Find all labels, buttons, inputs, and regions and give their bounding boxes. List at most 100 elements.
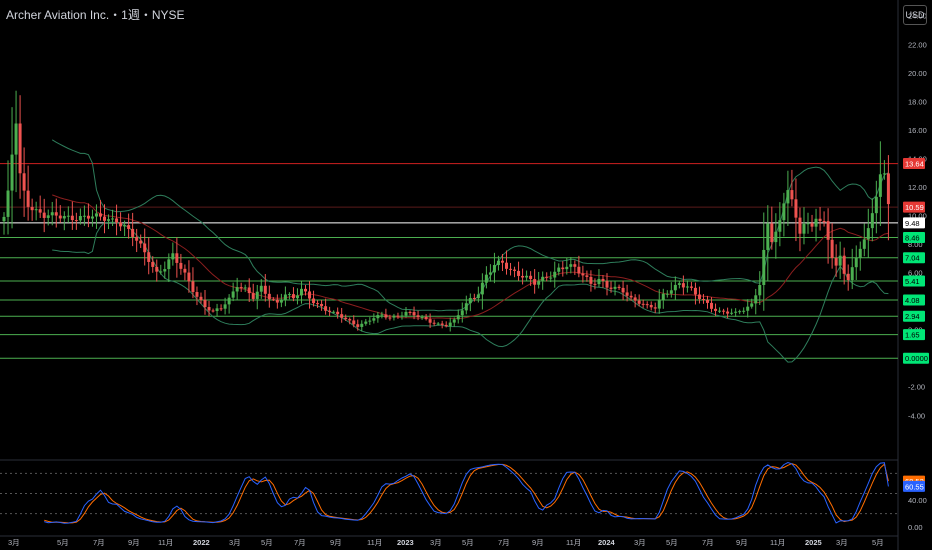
candle-body (215, 308, 219, 312)
candle-body (754, 295, 758, 304)
candle-body (175, 253, 179, 263)
candle-body (722, 310, 726, 312)
price-badge-label: 5.41 (905, 277, 920, 286)
time-axis-label: 3月 (229, 538, 241, 547)
candle-body (766, 223, 770, 250)
candle-body (82, 215, 86, 217)
candle-body (697, 294, 701, 300)
candle-body (589, 276, 593, 284)
time-axis-label: 5月 (872, 538, 884, 547)
candle-body (730, 312, 734, 314)
chart-canvas[interactable]: 24.0022.0020.0018.0016.0014.0012.0010.00… (0, 0, 932, 550)
candle-body (625, 292, 629, 296)
candle-body (870, 213, 874, 229)
currency-button[interactable]: USD (903, 5, 927, 25)
candle-body (521, 275, 525, 278)
price-badge-label: 0.0000 (905, 354, 928, 363)
candle-body (263, 285, 267, 294)
candle-body (279, 300, 283, 303)
time-axis-label: 3月 (634, 538, 646, 547)
price-badge-label: 8.46 (905, 233, 920, 242)
candle-body (324, 306, 328, 311)
candle-body (505, 262, 508, 269)
candle-body (183, 268, 187, 273)
candle-body (312, 298, 316, 304)
candle-body (710, 302, 714, 309)
candle-body (127, 225, 131, 229)
candle-body (706, 299, 709, 303)
candle-body (203, 299, 207, 308)
candle-body (360, 323, 364, 327)
candle-body (778, 220, 782, 232)
candle-body (223, 304, 227, 309)
candle-body (420, 316, 424, 318)
candle-body (734, 311, 738, 313)
candle-body (287, 294, 291, 296)
candle-body (738, 311, 742, 313)
candle-body (251, 293, 255, 299)
candle-body (750, 303, 754, 307)
candle-body (384, 314, 388, 318)
candle-body (267, 293, 271, 300)
candle-body (131, 228, 135, 237)
candle-body (605, 280, 609, 288)
candle-body (372, 318, 376, 321)
candle-body (255, 291, 259, 299)
time-axis-label: 2022 (193, 538, 210, 547)
candle-body (231, 291, 235, 298)
candle-body (517, 270, 521, 276)
candle-body (677, 283, 681, 285)
candle-body (468, 297, 472, 304)
price-axis-label: 20.00 (908, 69, 927, 78)
time-axis-label: 3月 (430, 538, 442, 547)
candle-body (18, 123, 22, 174)
candle-body (416, 315, 420, 318)
candle-body (147, 252, 151, 262)
candle-body (243, 287, 247, 289)
candle-body (308, 291, 312, 299)
candle-body (163, 269, 167, 272)
candle-body (633, 297, 637, 301)
candle-body (806, 223, 810, 225)
candle-body (525, 275, 529, 278)
candle-body (597, 278, 601, 285)
candle-body (207, 307, 211, 311)
candle-body (62, 216, 66, 219)
candle-body (476, 294, 480, 299)
candle-body (320, 303, 324, 307)
candle-body (26, 190, 30, 207)
candle-body (496, 260, 500, 266)
candle-body (790, 190, 794, 200)
price-badge-label: 10.59 (905, 203, 924, 212)
time-axis-label: 7月 (498, 538, 510, 547)
candle-body (609, 287, 613, 289)
time-axis-label: 9月 (736, 538, 748, 547)
candle-body (669, 290, 673, 294)
candle-body (6, 190, 10, 217)
candle-body (58, 215, 62, 219)
price-axis-label: 18.00 (908, 97, 927, 106)
candle-body (123, 225, 127, 227)
candle-body (854, 257, 858, 268)
candle-body (782, 203, 786, 221)
candle-body (673, 284, 677, 291)
candle-body (111, 218, 115, 220)
candle-body (693, 287, 697, 295)
candle-body (484, 274, 488, 283)
candle-body (500, 260, 504, 263)
candle-body (400, 315, 404, 317)
candle-body (645, 304, 649, 306)
time-axis-label: 3月 (836, 538, 848, 547)
oscillator-axis-label: 0.00 (908, 523, 923, 532)
candles (2, 90, 890, 332)
candle-body (746, 306, 750, 311)
candle-body (621, 287, 625, 293)
candle-body (726, 311, 730, 314)
candle-body (239, 287, 243, 289)
time-axis-label: 3月 (8, 538, 20, 547)
candle-body (537, 280, 541, 285)
candle-body (613, 286, 617, 289)
candle-body (689, 286, 693, 288)
candle-body (637, 300, 641, 304)
candle-body (742, 310, 746, 312)
